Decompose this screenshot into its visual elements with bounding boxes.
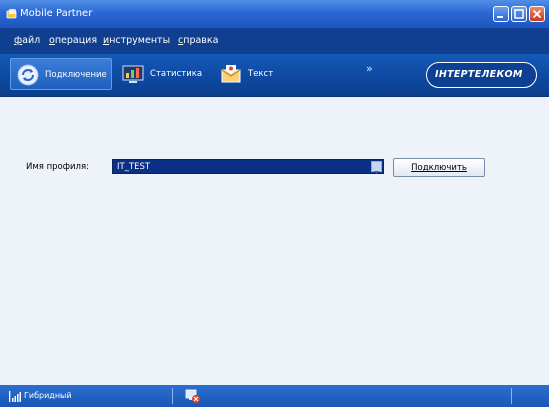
status-bar: Гибридный (0, 385, 549, 407)
menu-bar: файл операция инструменты справка (0, 28, 549, 54)
tab-sms-label: Текст (248, 69, 274, 79)
signal-bars-icon (9, 391, 21, 402)
status-divider (172, 388, 173, 404)
connect-button-label: Подключить (411, 163, 467, 173)
tab-connection-label: Подключение (45, 70, 107, 80)
brand-logo: ІНТЕРТЕЛЕКОМ (426, 62, 537, 88)
network-mode-text: Гибридный (24, 391, 72, 400)
maximize-icon (514, 9, 524, 19)
menu-tools[interactable]: инструменты (103, 35, 170, 47)
tab-connection[interactable]: Подключение (10, 58, 112, 90)
menu-operation[interactable]: операция (49, 35, 97, 47)
dropdown-arrow-button[interactable] (371, 161, 382, 174)
app-logo-icon (6, 9, 17, 19)
status-divider (511, 388, 512, 404)
connect-icon (17, 64, 39, 86)
mobile-partner-window: Mobile Partner файл операция инструменты… (0, 0, 549, 407)
menu-help[interactable]: справка (178, 35, 218, 47)
tab-statistics[interactable]: Статистика (116, 58, 206, 90)
network-disconnected-icon (185, 389, 200, 403)
close-icon (532, 9, 542, 19)
profile-select-value: IT_TEST (117, 162, 151, 172)
maximize-button[interactable] (511, 6, 527, 22)
window-title: Mobile Partner (20, 8, 93, 19)
close-button[interactable] (529, 6, 545, 22)
sms-envelope-icon (221, 65, 241, 83)
chevron-down-icon (374, 171, 379, 174)
profile-name-label: Имя профиля: (26, 162, 89, 172)
statistics-icon (122, 65, 144, 83)
title-bar: Mobile Partner (0, 0, 549, 28)
tab-statistics-label: Статистика (150, 69, 203, 79)
minimize-button[interactable] (493, 6, 509, 22)
tab-sms[interactable]: Текст (214, 58, 292, 90)
profile-select[interactable]: IT_TEST (112, 159, 384, 174)
menu-file[interactable]: файл (14, 35, 40, 47)
brand-name: ІНТЕРТЕЛЕКОМ (435, 69, 523, 80)
connect-button[interactable]: Подключить (393, 158, 485, 177)
more-tabs-button[interactable]: » (366, 62, 373, 75)
minimize-icon (497, 16, 503, 18)
